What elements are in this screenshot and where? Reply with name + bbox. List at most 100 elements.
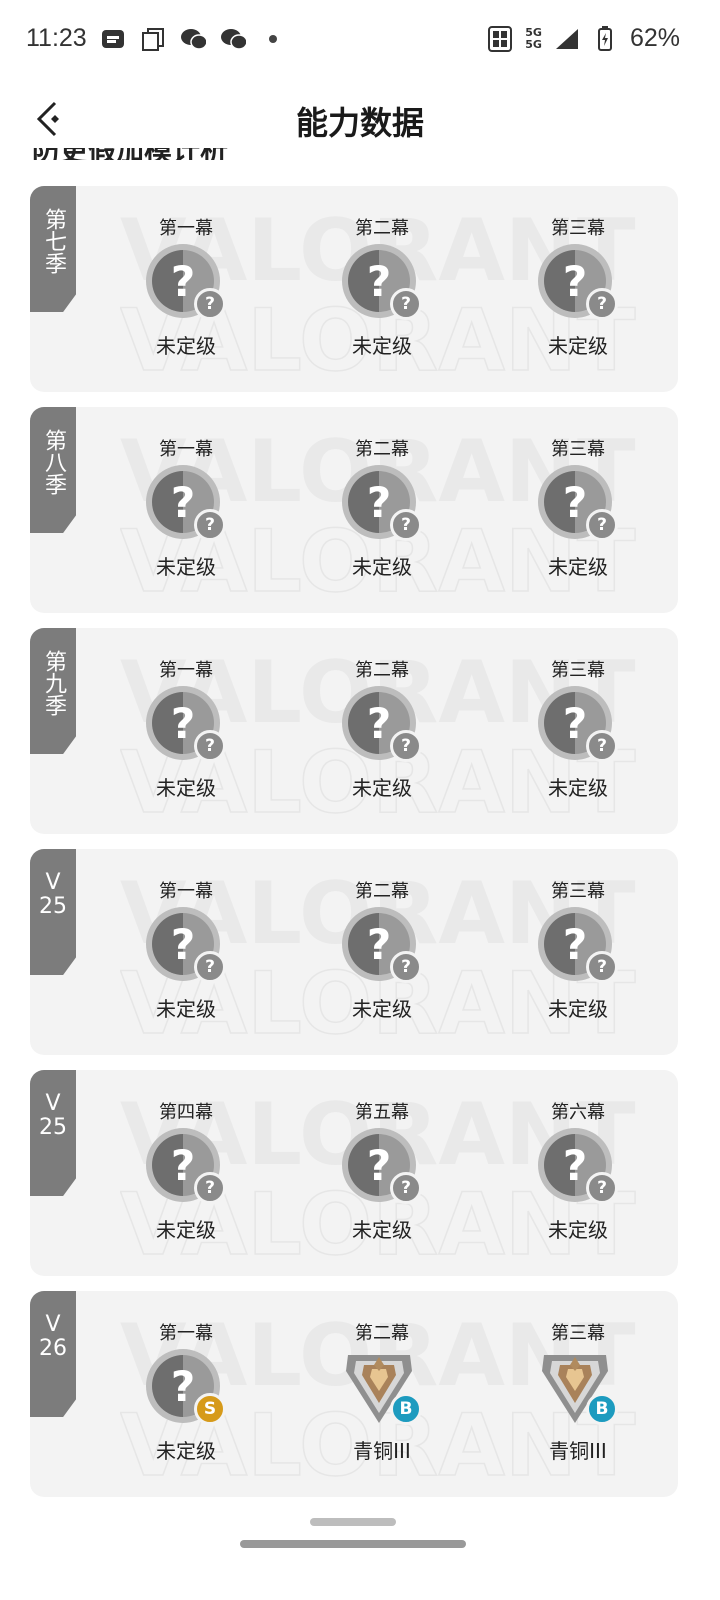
act-label: 第二幕 (355, 881, 409, 902)
rank-emblem: ?? (146, 1128, 226, 1208)
rank-name: 未定级 (352, 1218, 412, 1242)
season-tag: V 25 (30, 849, 76, 975)
act-rank-item[interactable]: 第一幕?? 未定级 (88, 877, 284, 1022)
rank-name: 青铜III (353, 1439, 411, 1463)
rank-name: 青铜III (549, 1439, 607, 1463)
act-rank-item[interactable]: 第三幕?? 未定级 (480, 877, 676, 1022)
unknown-badge-icon: ? (390, 1172, 422, 1204)
rank-emblem: ?? (146, 465, 226, 545)
act-label: 第一幕 (159, 881, 213, 902)
act-rank-item[interactable]: 第五幕?? 未定级 (284, 1098, 480, 1243)
rank-name: 未定级 (548, 1218, 608, 1242)
rank-emblem: B (538, 1349, 618, 1429)
unknown-badge-icon: ? (194, 730, 226, 762)
act-rank-item[interactable]: 第三幕?? 未定级 (480, 214, 676, 359)
act-label: 第三幕 (551, 439, 605, 460)
act-row: 第一幕?? 未定级 第二幕?? 未定级 第三幕?? 未定级 (88, 877, 678, 1022)
act-label: 第六幕 (551, 1102, 605, 1123)
season-tag: 第七季 (30, 186, 76, 312)
act-row: 第一幕 ? S 未定级 第二幕 B 青铜III 第三幕 B 青铜III (88, 1319, 678, 1464)
season-tag-label: 第七季 (41, 208, 66, 274)
season-card: VALORANTVALORANT第七季第一幕??未定级第二幕??未定级第三幕??… (30, 186, 678, 392)
signal-icon (554, 26, 580, 52)
rank-emblem: ?? (538, 907, 618, 987)
rank-name: 未定级 (156, 776, 216, 800)
act-label: 第一幕 (159, 1323, 213, 1344)
unknown-badge-icon: ? (586, 730, 618, 762)
unknown-badge-icon: ? (586, 509, 618, 541)
act-label: 第二幕 (355, 660, 409, 681)
rank-emblem: ?? (342, 244, 422, 324)
unknown-badge-icon: ? (194, 1172, 226, 1204)
rank-name: 未定级 (352, 776, 412, 800)
network-type: 5G 5G (525, 25, 542, 51)
act-rank-item[interactable]: 第四幕?? 未定级 (88, 1098, 284, 1243)
unknown-badge-icon: ? (586, 1172, 618, 1204)
network-label-top: 5G (525, 25, 542, 39)
scrolled-section-title: 防更假加模计析 (32, 148, 228, 160)
act-rank-item[interactable]: 第一幕 ? S 未定级 (88, 1319, 284, 1464)
act-rank-item[interactable]: 第二幕?? 未定级 (284, 435, 480, 580)
rank-name: 未定级 (548, 997, 608, 1021)
act-rank-item[interactable]: 第二幕?? 未定级 (284, 214, 480, 359)
act-rank-item[interactable]: 第二幕?? 未定级 (284, 656, 480, 801)
rank-name: 未定级 (352, 997, 412, 1021)
unknown-badge-icon: ? (194, 509, 226, 541)
unknown-badge-icon: ? (194, 951, 226, 983)
unknown-badge-icon: ? (390, 730, 422, 762)
act-rank-item[interactable]: 第三幕?? 未定级 (480, 435, 676, 580)
act-rank-item[interactable]: 第六幕?? 未定级 (480, 1098, 676, 1243)
rank-name: 未定级 (548, 776, 608, 800)
act-label: 第一幕 (159, 439, 213, 460)
season-card: VALORANTVALORANTV 26第一幕?S未定级第二幕B青铜III第三幕… (30, 1291, 678, 1497)
page-header: 能力数据 (0, 80, 720, 158)
act-rank-item[interactable]: 第三幕 B 青铜III (480, 1319, 676, 1464)
act-row: 第一幕?? 未定级 第二幕?? 未定级 第三幕?? 未定级 (88, 656, 678, 801)
status-time: 11:23 (26, 24, 87, 52)
season-card: VALORANTVALORANTV 25第一幕??未定级第二幕??未定级第三幕?… (30, 849, 678, 1055)
season-tag: V 26 (30, 1291, 76, 1417)
rank-emblem: ?? (342, 907, 422, 987)
wechat-icon (220, 26, 246, 52)
act-rank-item[interactable]: 第三幕?? 未定级 (480, 656, 676, 801)
b-badge-icon: B (390, 1393, 422, 1425)
unknown-badge-icon: ? (390, 509, 422, 541)
unknown-badge-icon: ? (586, 951, 618, 983)
rank-emblem: ?? (538, 244, 618, 324)
rank-emblem: ?? (538, 1128, 618, 1208)
scroll-indicator (310, 1518, 396, 1526)
act-label: 第三幕 (551, 218, 605, 239)
gesture-nav-bar[interactable] (240, 1540, 466, 1548)
act-label: 第四幕 (159, 1102, 213, 1123)
act-row: 第一幕?? 未定级 第二幕?? 未定级 第三幕?? 未定级 (88, 435, 678, 580)
wechat-icon (180, 26, 206, 52)
status-right: 5G 5G 62% (487, 24, 680, 53)
rank-name: 未定级 (156, 997, 216, 1021)
act-rank-item[interactable]: 第二幕 B 青铜III (284, 1319, 480, 1464)
hd-icon (487, 25, 513, 52)
act-rank-item[interactable]: 第一幕?? 未定级 (88, 435, 284, 580)
act-rank-item[interactable]: 第二幕?? 未定级 (284, 877, 480, 1022)
act-label: 第三幕 (551, 881, 605, 902)
season-tag: V 25 (30, 1070, 76, 1196)
act-row: 第四幕?? 未定级 第五幕?? 未定级 第六幕?? 未定级 (88, 1098, 678, 1243)
status-bar: 11:23 5G 5G 62% (0, 0, 720, 80)
page-title: 能力数据 (295, 104, 424, 142)
season-tag-label: V 25 (39, 870, 67, 919)
status-notification-icons (100, 26, 286, 52)
rank-emblem: ?? (342, 465, 422, 545)
rank-name: 未定级 (156, 334, 216, 358)
act-rank-item[interactable]: 第一幕?? 未定级 (88, 656, 284, 801)
s-badge-icon: S (194, 1393, 226, 1425)
rank-name: 未定级 (156, 1218, 216, 1242)
season-tag: 第八季 (30, 407, 76, 533)
battery-icon (592, 25, 618, 52)
season-card: VALORANTVALORANTV 25第四幕??未定级第五幕??未定级第六幕?… (30, 1070, 678, 1276)
dot-icon (260, 26, 286, 52)
act-rank-item[interactable]: 第一幕?? 未定级 (88, 214, 284, 359)
copy-icon (140, 26, 166, 52)
b-badge-icon: B (586, 1393, 618, 1425)
act-label: 第一幕 (159, 218, 213, 239)
season-tag: 第九季 (30, 628, 76, 754)
rank-emblem: B (342, 1349, 422, 1429)
